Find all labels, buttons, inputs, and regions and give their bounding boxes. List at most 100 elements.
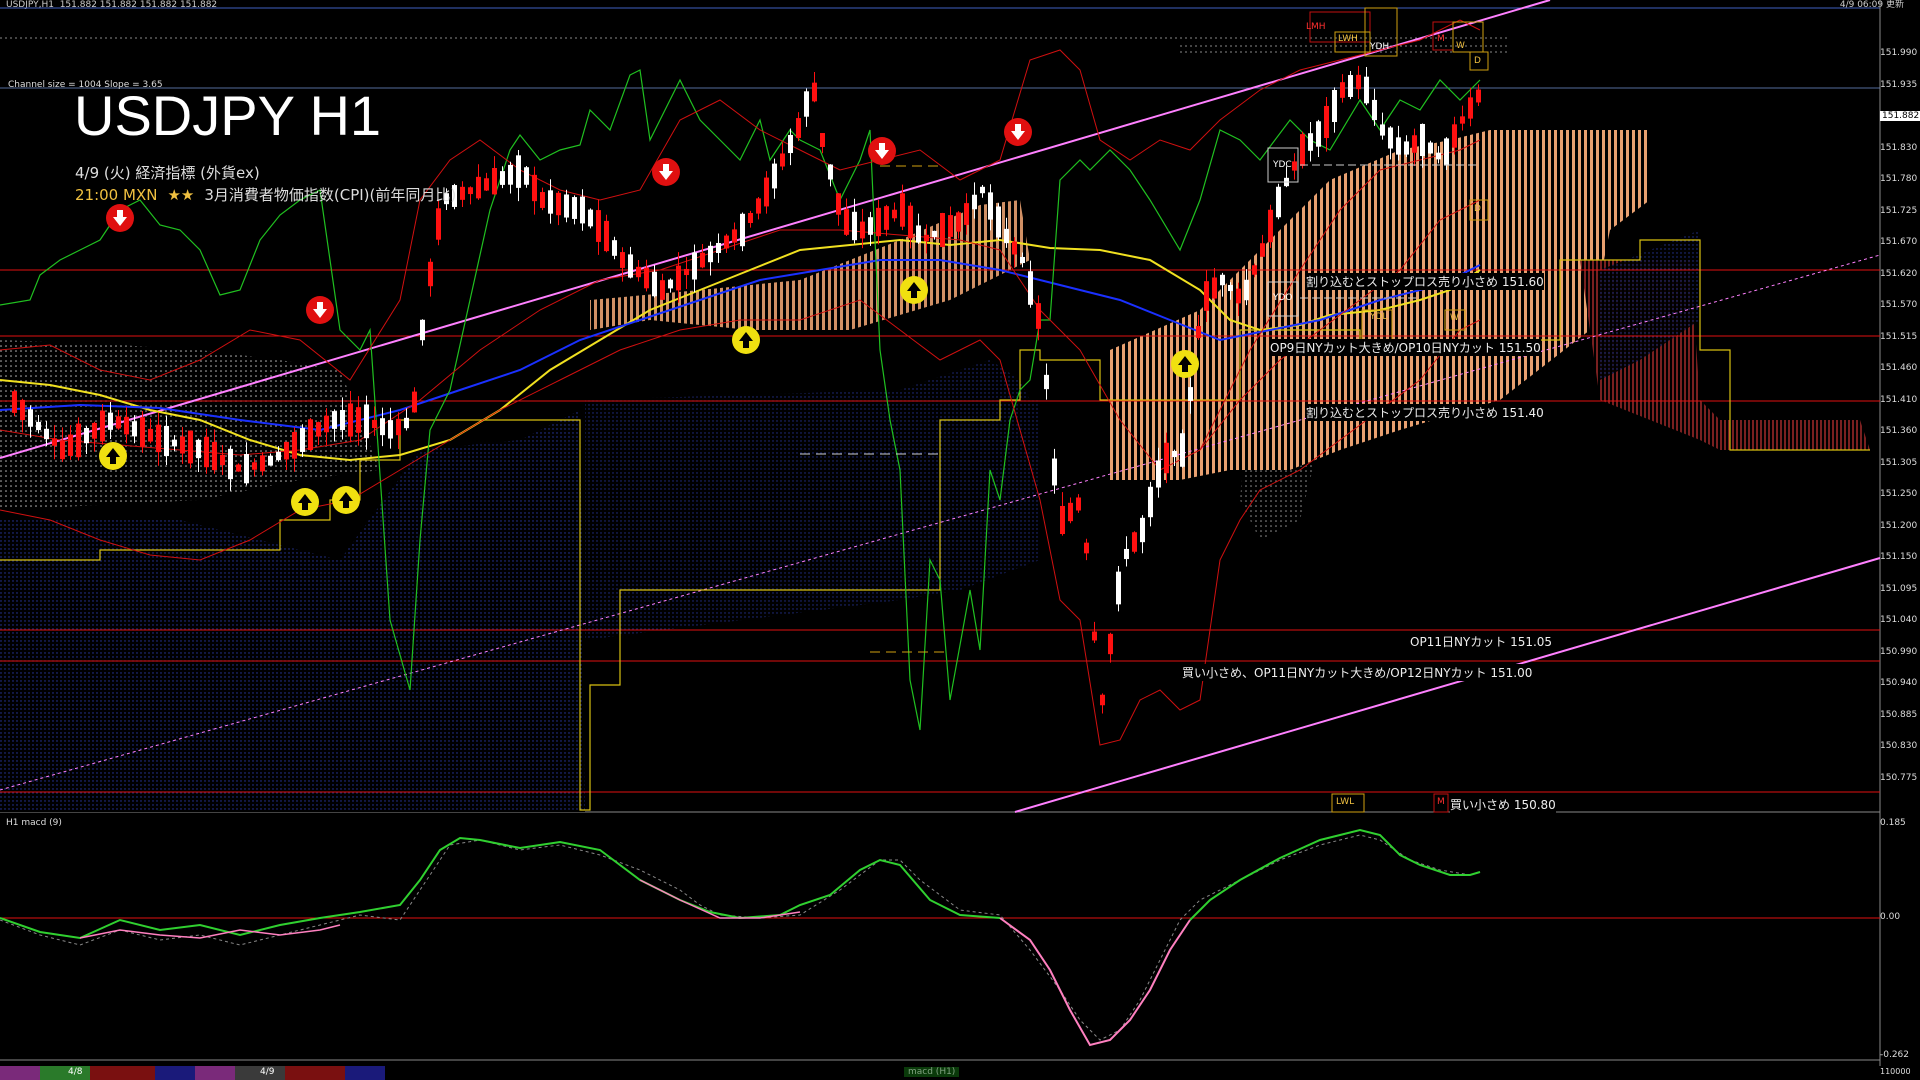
candle-body	[1044, 374, 1049, 390]
price-axis-label: 151.200	[1880, 520, 1918, 531]
symbol-title: USDJPY H1	[74, 84, 382, 147]
candle-body	[188, 430, 193, 464]
candle-body	[1452, 124, 1457, 148]
candle-body	[1068, 502, 1073, 522]
candle-body	[1164, 442, 1169, 474]
box-label-ydc: YDC	[1273, 160, 1292, 170]
candle-body	[1388, 127, 1393, 149]
candle-body	[172, 439, 177, 447]
volume-label: 110000	[1880, 1067, 1911, 1076]
candle-body	[540, 192, 545, 208]
candle-body	[468, 187, 473, 195]
candle-body	[748, 212, 753, 224]
candle-body	[300, 428, 305, 452]
candle-body	[820, 133, 825, 147]
candle-body	[492, 168, 497, 195]
price-axis-label: 151.095	[1880, 583, 1918, 594]
price-axis-label: 150.940	[1880, 678, 1918, 688]
level-label-151-05: OP11日NYカット 151.05	[1410, 633, 1553, 650]
economic-indicator-header: 4/9 (火) 経済指標 (外貨ex)	[75, 164, 260, 182]
box-label-w2: W	[1450, 313, 1459, 323]
candle-body	[1460, 116, 1465, 124]
candle-body	[348, 403, 353, 437]
macd-pane	[0, 828, 1880, 1047]
candle-body	[1372, 99, 1377, 121]
candle-body	[1260, 243, 1265, 257]
candle-body	[260, 455, 265, 472]
candle-body	[788, 134, 793, 154]
candle-body	[940, 213, 945, 247]
candle-body	[244, 454, 249, 484]
candle-body	[900, 193, 905, 227]
box-label-lwl: LWL	[1336, 797, 1355, 807]
candle-body	[564, 194, 569, 218]
date-label-4-8: 4/8	[68, 1067, 83, 1077]
candle-body	[100, 410, 105, 442]
price-axis-label: 150.990	[1880, 646, 1918, 657]
candle-body	[124, 416, 129, 435]
candle-body	[1180, 433, 1185, 467]
candle-body	[964, 203, 969, 225]
box-label-ydh: YDH	[1370, 42, 1390, 52]
macd-axis-bottom: -0.262	[1880, 1050, 1910, 1060]
candle-body	[612, 240, 617, 256]
price-axis-label: 151.935	[1880, 79, 1918, 90]
candle-body	[692, 252, 697, 280]
candle-body	[1076, 497, 1081, 511]
candle-body	[780, 153, 785, 167]
candle-body	[740, 213, 745, 247]
candle-body	[1428, 142, 1433, 154]
candle-body	[460, 186, 465, 200]
level-label-151-50: OP9日NYカット大きめ/OP10日NYカット 151.50	[1270, 339, 1541, 356]
candle-body	[1012, 241, 1017, 255]
candle-body	[1252, 265, 1257, 275]
macd-tab[interactable]: macd (H1)	[904, 1067, 960, 1077]
candle-body	[308, 419, 313, 451]
candle-body	[380, 418, 385, 436]
macd-axis-zero: 0.00	[1880, 912, 1901, 922]
candle-body	[20, 399, 25, 421]
candle-body	[524, 167, 529, 185]
candle-body	[1396, 137, 1401, 155]
price-axis-label: 151.360	[1880, 426, 1918, 436]
candle-body	[1268, 209, 1273, 243]
candle-body	[500, 171, 505, 185]
candle-body	[572, 197, 577, 219]
date-label-4-9: 4/9	[260, 1067, 275, 1077]
candle-body	[868, 217, 873, 235]
candle-body	[596, 210, 601, 242]
candle-body	[1324, 105, 1329, 139]
candle-body	[292, 431, 297, 459]
candle-body	[628, 254, 633, 278]
candle-body	[700, 252, 705, 268]
candle-body	[684, 268, 689, 276]
box-label-d2: D	[1474, 204, 1481, 214]
candle-body	[1196, 326, 1201, 338]
event-text: 3月消費者物価指数(CPI)(前年同月比)	[204, 186, 457, 204]
candle-body	[1340, 82, 1345, 98]
price-chart-canvas[interactable]	[0, 0, 1920, 1080]
candle-body	[1332, 89, 1337, 123]
price-axis-label: 151.570	[1880, 300, 1918, 310]
candle-body	[196, 439, 201, 459]
candle-body	[340, 410, 345, 430]
price-axis-label: 151.882	[1880, 111, 1920, 121]
candle-body	[436, 208, 441, 240]
level-label-150-80: 買い小さめ 150.80	[1450, 796, 1556, 813]
candle-body	[516, 155, 521, 188]
chart-window[interactable]: USDJPY,H1 151.882 151.882 151.882 151.88…	[0, 0, 1920, 1080]
candle-body	[1348, 75, 1353, 97]
candle-body	[836, 193, 841, 215]
candle-body	[876, 207, 881, 237]
candle-body	[132, 421, 137, 437]
box-label-lwh: LWH	[1338, 34, 1358, 44]
candle-body	[732, 229, 737, 243]
candle-body	[844, 209, 849, 235]
candle-body	[796, 118, 801, 138]
candle-body	[236, 464, 241, 472]
candle-body	[156, 424, 161, 453]
price-axis-label: 151.990	[1880, 48, 1918, 58]
candle-body	[404, 417, 409, 429]
candle-body	[1124, 548, 1129, 560]
candle-body	[924, 234, 929, 242]
